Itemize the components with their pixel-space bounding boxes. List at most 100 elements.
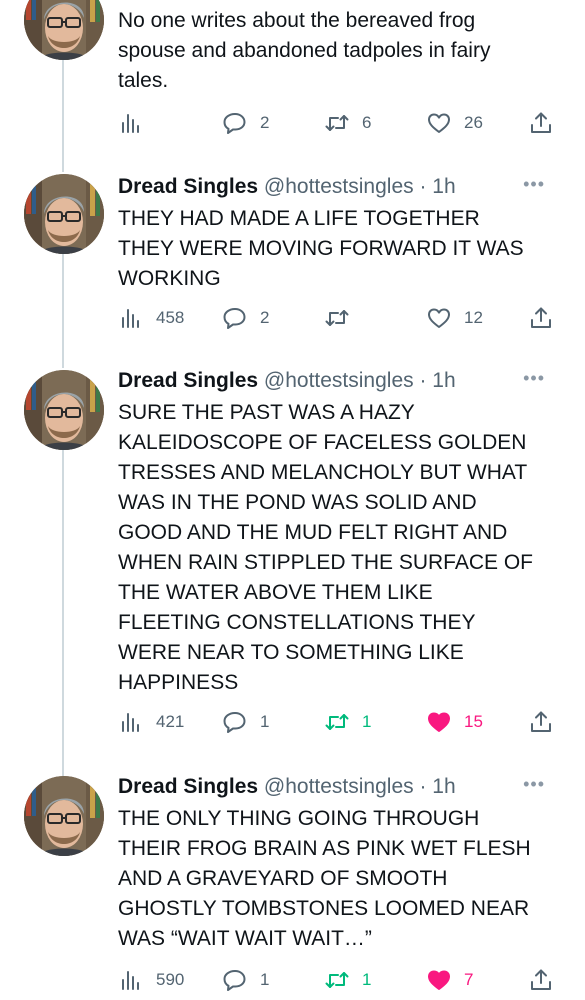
retweet-button[interactable]: 1 bbox=[324, 965, 371, 995]
share-icon bbox=[531, 969, 551, 990]
retweet-icon bbox=[325, 115, 349, 131]
tweet-line: tales. bbox=[118, 69, 169, 92]
avatar[interactable] bbox=[24, 776, 104, 856]
share-button[interactable] bbox=[528, 965, 554, 995]
tweet[interactable]: No one writes about the bereaved frog sp… bbox=[0, 0, 585, 170]
views-button[interactable]: 421 bbox=[118, 707, 184, 737]
tweet[interactable]: Dread Singles @hottestsingles · 1h ••• T… bbox=[0, 774, 585, 1000]
tweet-header: Dread Singles @hottestsingles · 1h bbox=[118, 774, 571, 800]
views-icon bbox=[122, 309, 139, 328]
reply-button[interactable]: 1 bbox=[222, 965, 269, 995]
reply-icon bbox=[223, 113, 246, 134]
retweet-button[interactable]: 1 bbox=[324, 707, 371, 737]
tweet-line: GOOD AND THE MUD FELT RIGHT AND bbox=[118, 521, 508, 544]
tweet-line: THE ONLY THING GOING THROUGH bbox=[118, 807, 480, 830]
tweet-text: SURE THE PAST WAS A HAZY KALEIDOSCOPE OF… bbox=[118, 398, 571, 698]
tweet-header: Dread Singles @hottestsingles · 1h bbox=[118, 174, 571, 200]
tweet-line: THEY HAD MADE A LIFE TOGETHER bbox=[118, 207, 480, 230]
like-button[interactable]: 15 bbox=[426, 707, 483, 737]
views-count: 421 bbox=[156, 712, 185, 731]
tweet-line: SURE THE PAST WAS A HAZY bbox=[118, 401, 415, 424]
retweet-button[interactable] bbox=[324, 303, 350, 333]
retweet-count: 1 bbox=[362, 712, 372, 731]
reply-button[interactable]: 2 bbox=[222, 108, 269, 138]
tweet[interactable]: Dread Singles @hottestsingles · 1h ••• S… bbox=[0, 368, 585, 770]
tweet-line: THE WATER ABOVE THEM LIKE bbox=[118, 581, 433, 604]
tweet-line: TRESSES AND MELANCHOLY BUT WHAT bbox=[118, 461, 528, 484]
tweet-line: AND A GRAVEYARD OF SMOOTH bbox=[118, 867, 448, 890]
views-count: 458 bbox=[156, 308, 185, 327]
heart-filled-icon bbox=[428, 970, 450, 990]
views-button[interactable]: 458 bbox=[118, 303, 184, 333]
retweet-button[interactable]: 6 bbox=[324, 108, 371, 138]
share-icon bbox=[531, 112, 551, 133]
timestamp[interactable]: · 1h bbox=[419, 175, 455, 198]
share-button[interactable] bbox=[528, 303, 554, 333]
retweet-count: 1 bbox=[362, 970, 372, 989]
reply-count: 2 bbox=[260, 308, 270, 327]
views-button[interactable] bbox=[118, 108, 144, 138]
tweet-header: Dread Singles @hottestsingles · 1h bbox=[118, 368, 571, 394]
tweet-line: WAS “WAIT WAIT WAIT…” bbox=[118, 927, 372, 950]
timestamp[interactable]: · 1h bbox=[419, 369, 455, 392]
retweet-icon bbox=[325, 714, 349, 730]
display-name[interactable]: Dread Singles bbox=[118, 775, 258, 798]
tweet-line: THEIR FROG BRAIN AS PINK WET FLESH bbox=[118, 837, 531, 860]
reply-icon bbox=[223, 970, 246, 991]
user-handle[interactable]: @hottestsingles bbox=[264, 775, 414, 798]
tweet-line: HAPPINESS bbox=[118, 671, 239, 694]
share-icon bbox=[531, 307, 551, 328]
tweet-line: FLEETING CONSTELLATIONS THEY bbox=[118, 611, 476, 634]
display-name[interactable]: Dread Singles bbox=[118, 369, 258, 392]
tweet-line: GHOSTLY TOMBSTONES LOOMED NEAR bbox=[118, 897, 530, 920]
avatar[interactable] bbox=[24, 174, 104, 254]
action-bar: 590 1 1 7 bbox=[118, 965, 568, 995]
share-icon bbox=[531, 711, 551, 732]
tweet-text: THE ONLY THING GOING THROUGH THEIR FROG … bbox=[118, 804, 571, 954]
share-button[interactable] bbox=[528, 108, 554, 138]
timestamp[interactable]: · 1h bbox=[419, 775, 455, 798]
like-count: 12 bbox=[464, 308, 483, 327]
tweet-line: No one writes about the bereaved frog bbox=[118, 9, 476, 32]
tweet-line: WHEN RAIN STIPPLED THE SURFACE OF bbox=[118, 551, 534, 574]
tweet-line: WORKING bbox=[118, 267, 221, 290]
like-button[interactable]: 12 bbox=[426, 303, 483, 333]
like-button[interactable]: 26 bbox=[426, 108, 483, 138]
avatar[interactable] bbox=[24, 0, 104, 60]
views-icon bbox=[122, 713, 139, 732]
more-options-icon[interactable]: ••• bbox=[523, 774, 545, 795]
user-handle[interactable]: @hottestsingles bbox=[264, 369, 414, 392]
tweet-line: WAS IN THE POND WAS SOLID AND bbox=[118, 491, 477, 514]
tweet-text: THEY HAD MADE A LIFE TOGETHER THEY WERE … bbox=[118, 204, 571, 294]
reply-button[interactable]: 2 bbox=[222, 303, 269, 333]
tweet-line: spouse and abandoned tadpoles in fairy bbox=[118, 39, 491, 62]
tweet[interactable]: Dread Singles @hottestsingles · 1h ••• T… bbox=[0, 172, 585, 364]
tweet-line: WERE NEAR TO SOMETHING LIKE bbox=[118, 641, 464, 664]
avatar[interactable] bbox=[24, 370, 104, 450]
action-bar: 2 6 26 bbox=[118, 108, 568, 138]
views-button[interactable]: 590 bbox=[118, 965, 184, 995]
display-name[interactable]: Dread Singles bbox=[118, 175, 258, 198]
more-options-icon[interactable]: ••• bbox=[523, 174, 545, 195]
views-icon bbox=[122, 114, 139, 133]
action-bar: 421 1 1 15 bbox=[118, 707, 568, 737]
user-handle[interactable]: @hottestsingles bbox=[264, 175, 414, 198]
tweet-line: KALEIDOSCOPE OF FACELESS GOLDEN bbox=[118, 431, 527, 454]
reply-button[interactable]: 1 bbox=[222, 707, 269, 737]
share-button[interactable] bbox=[528, 707, 554, 737]
views-count: 590 bbox=[156, 970, 185, 989]
heart-filled-icon bbox=[428, 712, 450, 732]
reply-count: 1 bbox=[260, 970, 270, 989]
heart-icon bbox=[428, 308, 450, 328]
retweet-icon bbox=[325, 972, 349, 988]
like-button[interactable]: 7 bbox=[426, 965, 473, 995]
like-count: 7 bbox=[464, 970, 474, 989]
heart-icon bbox=[428, 113, 450, 133]
retweet-count: 6 bbox=[362, 113, 372, 132]
reply-count: 1 bbox=[260, 712, 270, 731]
reply-icon bbox=[223, 712, 246, 733]
tweet-line: THEY WERE MOVING FORWARD IT WAS bbox=[118, 237, 524, 260]
more-options-icon[interactable]: ••• bbox=[523, 368, 545, 389]
reply-count: 2 bbox=[260, 113, 270, 132]
tweet-text: No one writes about the bereaved frog sp… bbox=[118, 6, 571, 96]
